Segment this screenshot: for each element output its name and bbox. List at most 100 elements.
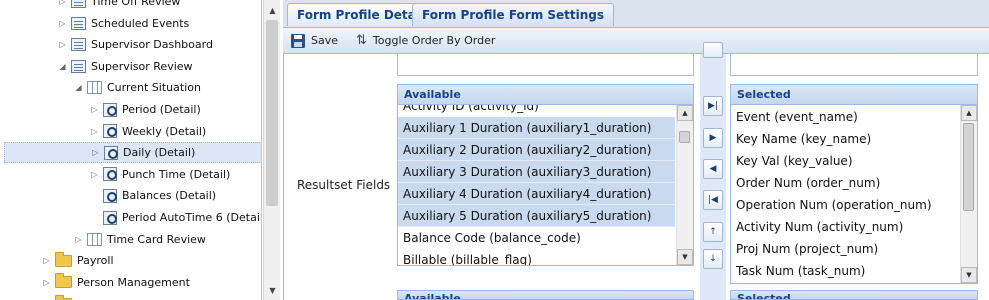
report-search-icon — [104, 145, 118, 160]
available-list: Available Activity ID (activity_id) Auxil… — [397, 84, 694, 266]
tree-item[interactable]: ◢ Supervisor Review — [58, 56, 193, 77]
tree-item-label: Daily (Detail) — [123, 146, 196, 160]
report-search-icon — [103, 167, 117, 182]
expand-arrow-icon[interactable]: ▷ — [90, 127, 99, 136]
collapse-arrow-icon[interactable]: ◢ — [58, 62, 67, 71]
list-item[interactable]: Billable (billable_flag) — [398, 249, 675, 265]
tree-item-label: Payroll — [77, 254, 114, 268]
tree-item[interactable]: ▷ Supervisor Dashboard — [58, 34, 213, 55]
report-search-icon — [103, 124, 117, 139]
move-all-right-button[interactable]: ▶| — [703, 96, 723, 116]
scrollbar-thumb[interactable] — [679, 131, 690, 143]
expand-arrow-icon[interactable]: ▷ — [58, 0, 67, 6]
sort-toggle-icon: ⇅ — [356, 33, 367, 48]
expand-arrow-icon[interactable]: ▷ — [90, 105, 99, 114]
tree-item-label: Supervisor Dashboard — [91, 38, 213, 52]
toggle-order-button[interactable]: ⇅ Toggle Order By Order — [346, 33, 495, 48]
available-scrollbar[interactable]: ▲ ▼ — [676, 105, 693, 265]
expand-arrow-icon[interactable]: ▷ — [91, 148, 100, 157]
tree-item[interactable]: Balances (Detail) — [90, 185, 216, 206]
transfer-buttons: ▶| ▶ ◀ |◀ ↑ ↓ — [700, 42, 726, 300]
scroll-down-icon[interactable]: ▼ — [677, 249, 693, 265]
tree-item-label: Weekly (Detail) — [122, 124, 207, 138]
resultset-fields-label: Resultset Fields — [297, 178, 391, 192]
tree-item[interactable]: ▷ Scheduled Events — [58, 13, 189, 34]
scroll-up-icon[interactable]: ▲ — [264, 2, 281, 19]
move-all-left-button[interactable]: |◀ — [703, 190, 723, 210]
tree-item-label: Time Card Review — [107, 232, 206, 246]
move-left-button[interactable]: ◀ — [703, 159, 723, 179]
scrollbar-thumb[interactable] — [266, 20, 278, 206]
list-item[interactable]: Auxiliary 5 Duration (auxiliary5_duratio… — [398, 205, 675, 227]
tree-item[interactable]: ▷ Time Card Review — [74, 229, 206, 250]
expand-arrow-icon[interactable]: ▷ — [58, 19, 67, 28]
bottom-selected-header: Selected — [730, 290, 978, 300]
available-header: Available — [398, 85, 693, 105]
selected-scrollbar[interactable]: ▲ ▼ — [960, 105, 977, 283]
scroll-down-icon[interactable]: ▼ — [961, 267, 977, 283]
list-item[interactable]: Auxiliary 4 Duration (auxiliary4_duratio… — [398, 183, 675, 205]
tree-item[interactable]: ▷ Payroll — [42, 250, 114, 271]
toggle-order-label: Toggle Order By Order — [372, 34, 496, 47]
list-item[interactable]: Proj Num (project_num) — [731, 238, 959, 260]
tree-item[interactable]: Period AutoTime 6 (Detail) — [90, 207, 261, 228]
list-item[interactable]: Auxiliary 2 Duration (auxiliary2_duratio… — [398, 139, 675, 161]
report-icon — [71, 59, 86, 73]
tree-item[interactable]: ▷ Time Off Review — [58, 0, 180, 12]
tree-item[interactable]: ◢ Current Situation — [74, 77, 201, 98]
list-item[interactable]: Auxiliary 1 Duration (auxiliary1_duratio… — [398, 117, 675, 139]
expand-arrow-icon[interactable]: ▷ — [42, 256, 51, 265]
list-item[interactable]: Key Name (key_name) — [731, 128, 959, 150]
tree-item[interactable]: ▷ — [42, 293, 77, 300]
tree-item[interactable]: ▷ Person Management — [42, 272, 190, 293]
tree-scrollbar[interactable]: ▲ ▼ — [263, 0, 280, 300]
expand-arrow-icon[interactable]: ▷ — [90, 170, 99, 179]
tab-strip: Form Profile Detail Form Profile Form Se… — [283, 0, 989, 28]
collapse-arrow-icon[interactable]: ◢ — [74, 83, 83, 92]
partially-hidden-button[interactable] — [703, 42, 723, 58]
expand-arrow-icon[interactable]: ▷ — [74, 235, 83, 244]
selected-items: Event (event_name) Key Name (key_name) Key… — [731, 105, 977, 283]
folder-icon — [55, 273, 72, 289]
grid-icon — [87, 232, 102, 246]
tree-item[interactable]: ▷ Weekly (Detail) — [90, 121, 206, 142]
list-item[interactable]: Key Val (key_value) — [731, 150, 959, 172]
tree-item[interactable]: ▷ Punch Time (Detail) — [90, 164, 230, 185]
scroll-up-icon[interactable]: ▲ — [961, 105, 977, 121]
tab-form-profile-form-settings[interactable]: Form Profile Form Settings — [412, 3, 615, 26]
list-item[interactable]: Event (event_name) — [731, 106, 959, 128]
bottom-available-header: Available — [397, 290, 694, 300]
list-item[interactable]: Activity Num (activity_num) — [731, 216, 959, 238]
report-icon — [71, 16, 86, 30]
list-item[interactable]: Auxiliary 3 Duration (auxiliary3_duratio… — [398, 161, 675, 183]
list-item[interactable]: Order Num (order_num) — [731, 172, 959, 194]
toolbar: Save ⇅ Toggle Order By Order — [283, 28, 989, 54]
list-item[interactable]: Operation Num (operation_num) — [731, 194, 959, 216]
scroll-down-icon[interactable]: ▼ — [264, 282, 281, 299]
report-search-icon — [103, 210, 117, 225]
list-item[interactable]: Activity ID (activity_id) — [398, 105, 675, 117]
scroll-up-icon[interactable]: ▲ — [677, 105, 693, 121]
upper-left-listbox[interactable] — [397, 54, 694, 76]
expand-arrow-icon[interactable]: ▷ — [58, 40, 67, 49]
save-button[interactable]: Save — [291, 33, 338, 48]
save-icon — [291, 33, 305, 48]
tree-item-label: Current Situation — [107, 81, 201, 95]
tree-item-label: Scheduled Events — [91, 16, 190, 30]
upper-right-listbox[interactable] — [730, 54, 978, 76]
tree-item-label: Period (Detail) — [122, 103, 201, 116]
move-right-button[interactable]: ▶ — [703, 128, 723, 148]
scrollbar-thumb[interactable] — [963, 123, 974, 211]
tree-item[interactable]: ▷ Daily (Detail) — [4, 142, 261, 164]
tree-item[interactable]: ▷ Period (Detail) — [90, 99, 201, 120]
expand-arrow-icon[interactable]: ▷ — [42, 278, 51, 287]
tree-item-label: Time Off Review — [91, 0, 181, 8]
list-item[interactable]: Task Num (task_num) — [731, 260, 959, 282]
report-icon — [71, 38, 86, 52]
move-down-button[interactable]: ↓ — [703, 249, 723, 269]
tree-item-label: Balances (Detail) — [122, 189, 217, 203]
list-item[interactable]: Balance Code (balance_code) — [398, 227, 675, 249]
move-up-button[interactable]: ↑ — [703, 222, 723, 242]
available-items: Activity ID (activity_id) Auxiliary 1 Dur… — [398, 105, 693, 265]
report-search-icon — [103, 188, 117, 203]
